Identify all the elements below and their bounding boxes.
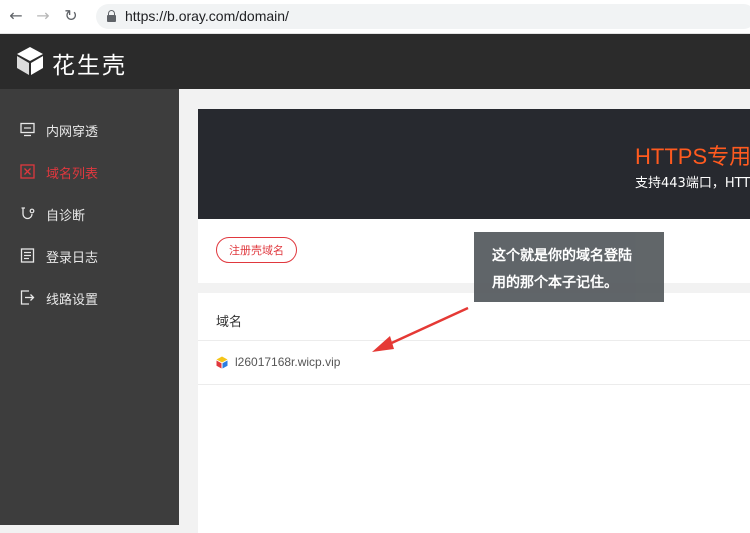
address-bar[interactable]: https://b.oray.com/domain/ [96, 4, 750, 29]
domain-list-icon [20, 164, 35, 179]
cube-icon [216, 356, 228, 369]
sidebar-item-label: 登录日志 [46, 251, 99, 266]
sidebar-item-route-settings[interactable]: 线路设置 [0, 277, 179, 319]
annotation-line-1: 这个就是你的域名登陆 [492, 248, 632, 264]
column-header-domain: 域名 [216, 315, 243, 330]
register-domain-button[interactable]: 注册壳域名 [216, 237, 297, 263]
banner-title: HTTPS专用 [635, 144, 750, 169]
divider [198, 384, 750, 385]
promo-banner[interactable]: HTTPS专用 支持443端口，HTTP [198, 109, 750, 219]
sidebar-item-intranet[interactable]: 内网穿透 [0, 109, 179, 151]
peanut-shell-logo-icon[interactable] [16, 46, 44, 76]
sidebar-item-label: 自诊断 [46, 209, 86, 224]
main-content: HTTPS专用 支持443端口，HTTP 注册壳域名 域名 l26017168r… [179, 89, 750, 533]
logo-text[interactable]: 花生壳 [52, 46, 127, 80]
reload-icon[interactable]: ↻ [61, 6, 81, 26]
sidebar-item-label: 域名列表 [46, 167, 99, 182]
table-row[interactable]: l26017168r.wicp.vip [198, 341, 750, 383]
domain-name-link[interactable]: l26017168r.wicp.vip [235, 355, 340, 369]
app-header: 花生壳 [0, 34, 750, 89]
monitor-icon [20, 122, 35, 137]
route-icon [20, 290, 35, 305]
sidebar-item-diagnose[interactable]: 自诊断 [0, 193, 179, 235]
annotation-line-2: 用的那个本子记住。 [492, 275, 618, 291]
forward-arrow-icon[interactable]: → [33, 6, 53, 26]
browser-toolbar: ← → ↻ https://b.oray.com/domain/ [0, 0, 750, 34]
sidebar: 内网穿透 域名列表 自诊断 登录日志 线路设置 [0, 89, 179, 525]
url-text: https://b.oray.com/domain/ [125, 8, 289, 24]
lock-icon [107, 10, 116, 22]
log-icon [20, 248, 35, 263]
sidebar-item-label: 内网穿透 [46, 125, 99, 140]
annotation-callout: 这个就是你的域名登陆 用的那个本子记住。 [474, 232, 664, 302]
sidebar-item-domain-list[interactable]: 域名列表 [0, 151, 179, 193]
domain-table: 域名 l26017168r.wicp.vip [198, 293, 750, 533]
banner-subtitle: 支持443端口，HTTP [635, 176, 750, 191]
sidebar-item-label: 线路设置 [46, 293, 99, 308]
back-arrow-icon[interactable]: ← [6, 6, 26, 26]
sidebar-item-login-log[interactable]: 登录日志 [0, 235, 179, 277]
diagnose-icon [21, 207, 35, 220]
